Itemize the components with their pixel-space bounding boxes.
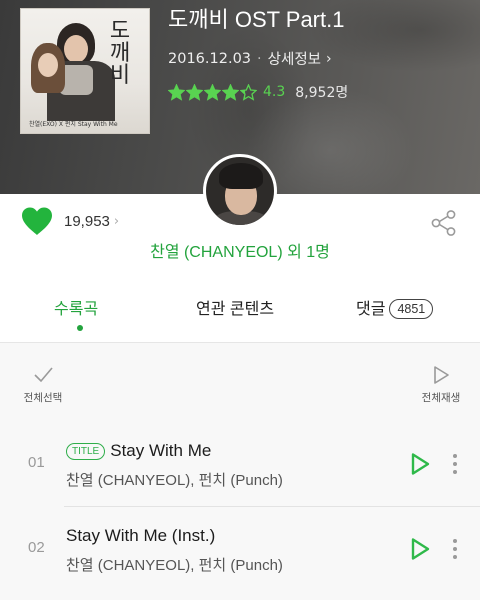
album-cover[interactable]: 도깨비 찬열(EXO) X 펀치 Stay With Me [20, 8, 150, 134]
star-icon [222, 83, 239, 101]
rating-value: 4.3 [263, 84, 286, 100]
star-icon [168, 83, 185, 101]
like-count[interactable]: 19,953 [64, 213, 110, 230]
detail-link[interactable]: 상세정보 [268, 48, 321, 69]
track-artist: 찬열 (CHANYEOL), 펀치 (Punch) [66, 557, 283, 574]
tab-comments-label: 댓글 [356, 301, 386, 318]
active-tab-indicator [77, 325, 83, 331]
tab-bar: 수록곡 연관 콘텐츠 댓글 4851 [0, 295, 480, 335]
track-number: 02 [28, 539, 45, 556]
rating-count: 8,952명 [295, 85, 349, 101]
play-outline-icon [434, 366, 449, 384]
tab-related-content[interactable]: 연관 콘텐츠 [196, 295, 274, 319]
heart-icon[interactable] [20, 206, 54, 236]
tab-tracklist[interactable]: 수록곡 [54, 295, 98, 319]
play-all-label: 전체재생 [421, 392, 461, 404]
rating-row: 4.3 8,952명 [168, 82, 348, 102]
play-icon[interactable] [408, 537, 432, 561]
title-track-badge: TITLE [66, 442, 106, 460]
artist-avatar[interactable] [203, 154, 277, 228]
play-all-button[interactable]: 전체재생 [410, 365, 472, 405]
chevron-right-icon[interactable]: › [326, 51, 332, 67]
share-icon[interactable] [428, 208, 458, 238]
artist-name-link[interactable]: 찬열 (CHANYEOL) 외 1명 [0, 238, 480, 262]
tab-comments[interactable]: 댓글 4851 [356, 295, 434, 319]
more-vertical-icon[interactable] [452, 453, 458, 475]
chevron-right-icon[interactable]: › [114, 214, 119, 229]
album-meta: 2016.12.03 · 상세정보 › [168, 48, 332, 69]
meta-separator: · [257, 50, 262, 67]
rating-stars [168, 83, 257, 101]
track-divider [64, 506, 480, 507]
star-icon [186, 83, 203, 101]
select-all-button[interactable]: 전체선택 [18, 365, 68, 405]
cover-title-lettering: 도깨비 [109, 19, 131, 88]
more-vertical-icon[interactable] [452, 538, 458, 560]
track-artist: 찬열 (CHANYEOL), 펀치 (Punch) [66, 472, 283, 489]
track-row[interactable]: 01 TITLE Stay With Me 찬열 (CHANYEOL), 펀치 … [0, 421, 480, 511]
star-icon [240, 83, 257, 101]
star-icon [204, 83, 221, 101]
track-list: 전체선택 전체재생 01 TITLE Stay With Me 찬열 (CHAN… [0, 343, 480, 600]
comment-count-badge: 4851 [389, 299, 434, 319]
album-title: 도깨비 OST Part.1 [168, 7, 345, 32]
like-section: 19,953 › [20, 206, 119, 236]
release-date: 2016.12.03 [168, 50, 252, 67]
checkmark-icon [34, 367, 53, 383]
track-title-line: Stay With Me (Inst.) [66, 526, 215, 546]
track-title-line: TITLE Stay With Me [66, 441, 211, 461]
track-number: 01 [28, 454, 45, 471]
cover-credit-lettering: 찬열(EXO) X 펀치 Stay With Me [29, 121, 118, 128]
select-all-label: 전체선택 [23, 392, 63, 404]
track-title: Stay With Me (Inst.) [66, 526, 216, 545]
track-row[interactable]: 02 Stay With Me (Inst.) 찬열 (CHANYEOL), 펀… [0, 513, 480, 600]
play-icon[interactable] [408, 452, 432, 476]
track-title: Stay With Me [110, 441, 212, 460]
